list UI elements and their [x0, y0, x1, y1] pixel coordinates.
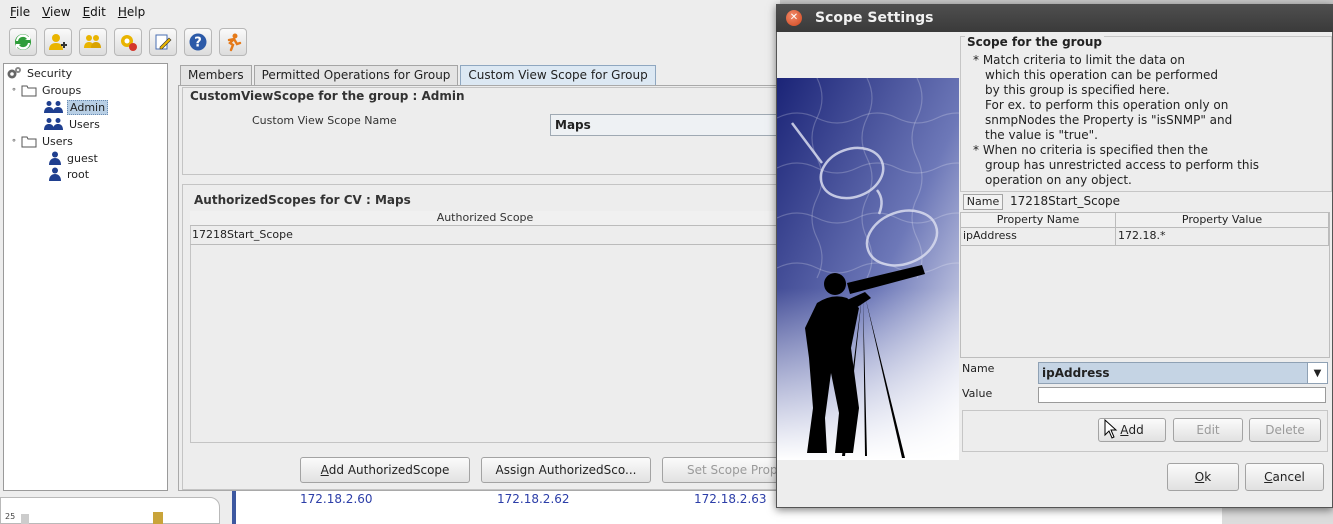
- counter-label: 25: [5, 512, 16, 521]
- help-button[interactable]: ?: [184, 28, 212, 56]
- add-group-button[interactable]: [79, 28, 107, 56]
- dialog-title: Scope Settings: [815, 10, 934, 26]
- table-row[interactable]: 17218Start_Scope: [190, 227, 780, 245]
- help-text: group has unrestricted access to perform…: [985, 158, 1260, 172]
- help-text: by this group is specified here.: [985, 83, 1170, 97]
- help-text: For ex. to perform this operation only o…: [985, 98, 1229, 112]
- tab-members[interactable]: Members: [180, 65, 252, 85]
- tree-label: Users: [42, 134, 73, 148]
- tree-label: root: [67, 167, 90, 181]
- cvs-name-label: Custom View Scope Name: [252, 114, 397, 127]
- expand-toggle-icon[interactable]: ⚬: [10, 137, 18, 145]
- help-text: * When no criteria is specified then the: [973, 143, 1209, 157]
- property-value-label: Value: [962, 387, 993, 400]
- exit-icon: [227, 33, 242, 52]
- table-cell-property-value[interactable]: 172.18.*: [1116, 228, 1329, 246]
- tree-node-users[interactable]: ⚬ Users: [10, 133, 75, 149]
- cvs-title: CustomViewScope for the group : Admin: [190, 89, 465, 103]
- chevron-down-icon[interactable]: ▼: [1307, 363, 1327, 383]
- cvs-name-field[interactable]: Maps: [550, 114, 780, 136]
- menu-edit[interactable]: Edit: [77, 5, 112, 19]
- tree-node-security[interactable]: Security: [6, 65, 74, 81]
- help-text: snmpNodes the Property is "isSNMP" and: [985, 113, 1233, 127]
- operations-icon: [121, 35, 137, 51]
- tree-label: Users: [69, 117, 100, 131]
- ip-label[interactable]: 172.18.2.60: [300, 492, 373, 506]
- menu-file[interactable]: File: [4, 5, 36, 19]
- edit-property-button[interactable]: Edit: [1173, 418, 1243, 442]
- group-icon: [44, 118, 63, 130]
- assign-authorized-scope-button[interactable]: Assign AuthorizedSco...: [481, 457, 651, 483]
- tree-node-users-group[interactable]: Users: [44, 116, 102, 132]
- user-icon: [49, 151, 61, 165]
- add-group-icon: [84, 35, 101, 48]
- tree-label: Security: [27, 66, 73, 80]
- ip-label[interactable]: 172.18.2.63: [694, 492, 767, 506]
- gears-icon: [7, 67, 21, 79]
- menubar: File View Edit Help: [0, 0, 780, 24]
- scope-name-tag: Name: [963, 194, 1003, 210]
- menu-help[interactable]: Help: [112, 5, 151, 19]
- telescope-illustration: [777, 78, 959, 460]
- tree-label: guest: [67, 151, 98, 165]
- close-icon[interactable]: ✕: [786, 10, 802, 26]
- property-value-input[interactable]: [1038, 387, 1326, 403]
- tab-bar: Members Permitted Operations for Group C…: [180, 65, 656, 85]
- tree-node-admin[interactable]: Admin: [44, 99, 109, 115]
- edit-icon: [155, 34, 172, 50]
- edit-button[interactable]: [149, 28, 177, 56]
- ok-button[interactable]: Ok: [1167, 463, 1239, 491]
- set-scope-properties-button[interactable]: Set Scope Prop: [662, 457, 780, 483]
- property-name-select[interactable]: ipAddress: [1038, 362, 1328, 384]
- help-text: * Match criteria to limit the data on: [973, 53, 1186, 67]
- help-icon: ?: [189, 33, 207, 51]
- tree-label-selected: Admin: [67, 99, 109, 115]
- toolbar: ?: [0, 24, 780, 60]
- refresh-button[interactable]: [9, 28, 37, 56]
- folder-icon: [21, 136, 37, 147]
- add-authorized-scope-button[interactable]: Add AuthorizedScope: [300, 457, 470, 483]
- menu-view[interactable]: View: [36, 5, 76, 19]
- security-tree[interactable]: Security ⚬ Groups Admin Users ⚬ Users gu…: [3, 63, 168, 491]
- help-text: operation on any object.: [985, 173, 1132, 187]
- help-text: the value is "true".: [985, 128, 1098, 142]
- tree-node-root[interactable]: root: [48, 166, 91, 182]
- authorized-scopes-table: [190, 211, 780, 443]
- column-header-property-name[interactable]: Property Name: [961, 213, 1116, 228]
- column-header-property-value[interactable]: Property Value: [1116, 213, 1329, 228]
- tree-node-groups[interactable]: ⚬ Groups: [10, 82, 83, 98]
- background-panel: 25: [0, 497, 220, 524]
- scope-group-title: Scope for the group: [965, 35, 1104, 49]
- user-icon: [49, 167, 61, 181]
- operations-button[interactable]: [114, 28, 142, 56]
- tab-permitted-operations[interactable]: Permitted Operations for Group: [253, 65, 459, 85]
- exit-button[interactable]: [219, 28, 247, 56]
- cancel-button[interactable]: Cancel: [1245, 463, 1324, 491]
- table-header[interactable]: Authorized Scope: [190, 211, 780, 226]
- help-text: which this operation can be performed: [985, 68, 1219, 82]
- ip-label[interactable]: 172.18.2.62: [497, 492, 570, 506]
- tab-custom-view-scope[interactable]: Custom View Scope for Group: [460, 65, 656, 85]
- table-cell-property-name[interactable]: ipAddress: [961, 228, 1116, 246]
- delete-property-button[interactable]: Delete: [1249, 418, 1321, 442]
- folder-icon: [21, 85, 37, 96]
- property-name-label: Name: [962, 362, 995, 375]
- group-icon: [44, 101, 63, 113]
- tree-label: Groups: [42, 83, 82, 97]
- expand-toggle-icon[interactable]: ⚬: [10, 86, 18, 94]
- marker-icon: [21, 514, 29, 524]
- add-user-icon: [49, 34, 67, 50]
- svg-text:?: ?: [194, 36, 202, 51]
- authorized-scopes-title: AuthorizedScopes for CV : Maps: [194, 193, 411, 207]
- scope-name-value: 17218Start_Scope: [1010, 194, 1121, 208]
- add-user-button[interactable]: [44, 28, 72, 56]
- refresh-icon: [15, 34, 31, 50]
- mouse-cursor-icon: [1104, 419, 1118, 439]
- tree-node-guest[interactable]: guest: [48, 150, 100, 166]
- folder-icon: [153, 512, 163, 524]
